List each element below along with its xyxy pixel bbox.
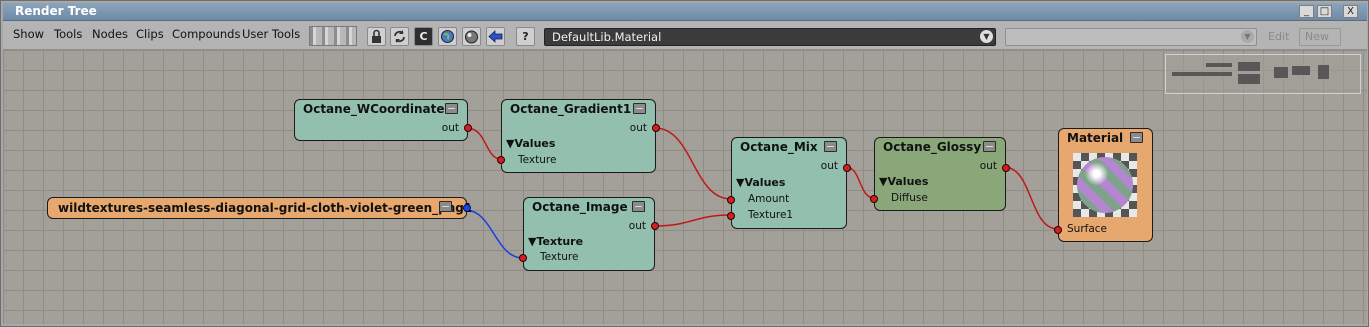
material-preview bbox=[1073, 153, 1137, 217]
port-label-texture: Texture bbox=[540, 251, 579, 263]
close-button[interactable]: X bbox=[1343, 5, 1358, 18]
section-texture[interactable]: ▼Texture bbox=[528, 235, 583, 248]
menu-nodes[interactable]: Nodes bbox=[92, 27, 128, 41]
menu-user-tools[interactable]: User Tools bbox=[242, 27, 300, 41]
node-collapse-button[interactable] bbox=[824, 141, 837, 152]
wire-wcoord-to-gradient bbox=[466, 127, 502, 160]
menu-clips[interactable]: Clips bbox=[136, 27, 164, 41]
secondary-selector[interactable]: ▼ bbox=[1005, 28, 1257, 46]
title-bar: Render Tree _ □ X bbox=[3, 3, 1367, 21]
output-port[interactable] bbox=[843, 164, 851, 172]
new-button-label: New bbox=[1305, 30, 1329, 43]
output-port[interactable] bbox=[463, 204, 471, 212]
output-port[interactable] bbox=[651, 222, 659, 230]
node-octane-wcoordinate[interactable]: Octane_WCoordinate out bbox=[294, 99, 472, 141]
node-material[interactable]: Material Surface bbox=[1054, 128, 1153, 242]
node-title: Material bbox=[1067, 131, 1124, 145]
node-title: Octane_Gradient1 bbox=[510, 102, 632, 116]
node-collapse-button[interactable] bbox=[439, 201, 452, 212]
section-values-label: Values bbox=[514, 137, 556, 150]
menu-show[interactable]: Show bbox=[13, 27, 44, 41]
chevron-down-icon[interactable]: ▼ bbox=[1241, 30, 1254, 43]
input-port[interactable] bbox=[1054, 226, 1062, 234]
wire-clip-to-image bbox=[464, 209, 524, 259]
toolbar: Show Tools Nodes Clips Compounds User To… bbox=[3, 21, 1367, 59]
section-values[interactable]: ▼Values bbox=[506, 137, 555, 150]
output-port[interactable] bbox=[652, 124, 660, 132]
wire-glossy-to-material bbox=[1003, 166, 1059, 230]
port-label-texture1: Texture1 bbox=[748, 209, 794, 221]
section-values-label: Values bbox=[744, 176, 786, 189]
node-title: Octane_WCoordinate bbox=[303, 102, 445, 116]
port-label-out: out bbox=[441, 122, 459, 134]
lock-icon[interactable] bbox=[367, 27, 386, 46]
section-texture-label: Texture bbox=[536, 235, 584, 248]
node-title: Octane_Glossy bbox=[883, 140, 982, 154]
wire-gradient-to-mix bbox=[654, 127, 732, 200]
c-icon[interactable]: C bbox=[414, 27, 433, 46]
port-label-amount: Amount bbox=[748, 193, 790, 205]
section-values[interactable]: ▼Values bbox=[879, 175, 928, 188]
render-tree-window: Render Tree _ □ X Show Tools Nodes Clips… bbox=[0, 0, 1369, 327]
input-port[interactable] bbox=[870, 195, 878, 203]
material-sphere-icon[interactable] bbox=[462, 27, 481, 46]
node-collapse-button[interactable] bbox=[633, 103, 646, 114]
material-selector[interactable]: DefaultLib.Material ▼ bbox=[544, 28, 996, 46]
menu-compounds[interactable]: Compounds bbox=[172, 27, 240, 41]
port-label-out: out bbox=[979, 160, 997, 172]
window-title: Render Tree bbox=[15, 4, 97, 18]
menu-tools[interactable]: Tools bbox=[54, 27, 82, 41]
node-collapse-button[interactable] bbox=[1130, 132, 1143, 143]
node-collapse-button[interactable] bbox=[983, 141, 996, 152]
wire-mix-to-glossy bbox=[845, 166, 875, 199]
port-label-surface: Surface bbox=[1067, 223, 1108, 235]
port-label-out: out bbox=[820, 160, 838, 172]
port-label-out: out bbox=[629, 122, 647, 134]
input-port[interactable] bbox=[727, 196, 735, 204]
node-image-clip[interactable]: wildtextures-seamless-diagonal-grid-clot… bbox=[47, 197, 472, 219]
node-title: Octane_Mix bbox=[740, 140, 818, 154]
node-title: Octane_Image bbox=[532, 200, 628, 214]
help-icon[interactable]: ? bbox=[516, 27, 535, 46]
section-values[interactable]: ▼Values bbox=[736, 176, 785, 189]
output-port[interactable] bbox=[1002, 164, 1010, 172]
node-collapse-button[interactable] bbox=[632, 201, 645, 212]
port-label-diffuse: Diffuse bbox=[891, 192, 928, 204]
connection-wires bbox=[464, 127, 1059, 259]
material-sphere bbox=[1077, 157, 1133, 213]
chevron-down-icon[interactable]: ▼ bbox=[980, 30, 993, 43]
node-octane-mix[interactable]: Octane_Mix out ▼Values Amount Texture1 bbox=[727, 137, 851, 229]
back-arrow-icon[interactable] bbox=[486, 27, 505, 46]
minimize-button[interactable]: _ bbox=[1299, 5, 1314, 18]
port-label-texture: Texture bbox=[518, 154, 557, 166]
input-port[interactable] bbox=[519, 254, 527, 262]
node-graph-canvas[interactable]: Octane_WCoordinate out Octane_Gradient1 … bbox=[3, 50, 1367, 324]
refresh-icon[interactable] bbox=[390, 27, 409, 46]
port-label-out: out bbox=[628, 220, 646, 232]
node-octane-image[interactable]: Octane_Image out ▼Texture Texture bbox=[519, 197, 659, 271]
input-port[interactable] bbox=[727, 212, 735, 220]
section-values-label: Values bbox=[887, 175, 929, 188]
toolbar-grip[interactable] bbox=[309, 26, 357, 46]
input-port[interactable] bbox=[497, 156, 505, 164]
output-port[interactable] bbox=[464, 124, 472, 132]
node-octane-gradient1[interactable]: Octane_Gradient1 out ▼Values Texture bbox=[497, 99, 660, 173]
new-button[interactable]: New ◢ bbox=[1299, 28, 1341, 59]
node-collapse-button[interactable] bbox=[445, 103, 458, 114]
node-title: wildtextures-seamless-diagonal-grid-clot… bbox=[58, 201, 473, 215]
material-selector-value: DefaultLib.Material bbox=[552, 30, 662, 44]
maximize-button[interactable]: □ bbox=[1317, 5, 1332, 18]
edit-button[interactable]: Edit bbox=[1268, 28, 1289, 46]
node-octane-glossy[interactable]: Octane_Glossy out ▼Values Diffuse bbox=[870, 137, 1010, 211]
wire-image-to-mix bbox=[653, 214, 732, 227]
globe-icon[interactable] bbox=[438, 27, 457, 46]
